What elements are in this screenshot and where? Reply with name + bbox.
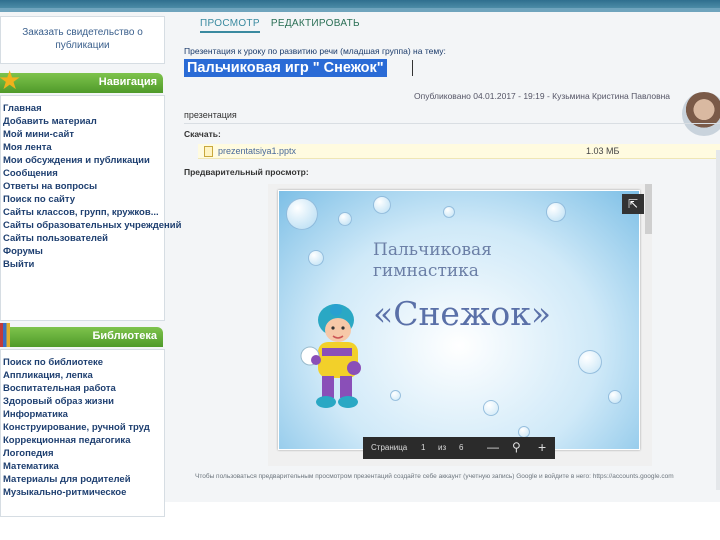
divider [184, 123, 720, 124]
preview-label: Предварительный просмотр: [184, 167, 309, 177]
books-icon [0, 323, 10, 347]
navigation-header: ★ Навигация [0, 67, 163, 93]
navigation-link[interactable]: Сообщения [1, 167, 164, 180]
page-label: Страница [371, 443, 408, 452]
file-size: 1.03 МБ [586, 146, 620, 156]
water-drop [578, 350, 602, 374]
navigation-link[interactable]: Мой мини-сайт [1, 128, 164, 141]
library-link[interactable]: Здоровый образ жизни [1, 395, 164, 408]
navigation-link[interactable]: Поиск по сайту [1, 193, 164, 206]
text-cursor [412, 60, 413, 76]
navigation-link[interactable]: Главная [1, 102, 164, 115]
water-drop [443, 206, 455, 218]
page-of-label: из [438, 443, 447, 452]
child-illustration [300, 304, 361, 408]
navigation-link[interactable]: Выйти [1, 258, 164, 271]
author-avatar[interactable] [682, 92, 720, 136]
navigation-link[interactable]: Ответы на вопросы [1, 180, 164, 193]
file-icon [204, 146, 213, 157]
slide-line-1: Пальчиковая [373, 240, 492, 260]
preview-footnote: Чтобы пользоваться предварительным просм… [195, 473, 674, 480]
water-drop [390, 390, 401, 401]
navigation-link[interactable]: Моя лента [1, 141, 164, 154]
navigation-link[interactable]: Сайты пользователей [1, 232, 164, 245]
order-certificate-link[interactable]: Заказать свидетельство о публикации [0, 16, 165, 64]
zoom-icon[interactable]: ⚲ [512, 440, 521, 454]
water-drop [373, 196, 391, 214]
navigation-link[interactable]: Сайты образовательных учреждений [1, 219, 181, 232]
order-certificate-label: Заказать свидетельство о публикации [22, 27, 143, 51]
navigation-link[interactable]: Добавить материал [1, 115, 164, 128]
navigation-title: Навигация [98, 76, 157, 88]
post-meta: Опубликовано 04.01.2017 - 19:19 - Кузьми… [414, 91, 671, 101]
water-drop [308, 250, 324, 266]
water-drop [483, 400, 499, 416]
navigation-link[interactable]: Сайты классов, групп, кружков... [1, 206, 164, 219]
library-link[interactable]: Материалы для родителей [1, 473, 164, 486]
library-link[interactable]: Аппликация, лепка [1, 369, 164, 382]
water-drop [608, 390, 622, 404]
library-link[interactable]: Музыкально-ритмическое [1, 486, 164, 499]
navigation-link[interactable]: Форумы [1, 245, 164, 258]
library-header: Библиотека [0, 323, 163, 347]
post-title: Пальчиковая игр " Снежок" [184, 59, 387, 77]
page-total: 6 [459, 443, 464, 452]
library-title: Библиотека [92, 330, 157, 342]
zoom-in-button[interactable]: + [538, 439, 546, 455]
slide: Пальчиковая гимнастика «Снежок» [278, 190, 640, 450]
page-number-input[interactable]: 1 [421, 443, 425, 452]
water-drop [286, 198, 318, 230]
library-list: Поиск по библиотеке Аппликация, лепка Восп… [0, 349, 165, 517]
library-link[interactable]: Поиск по библиотеке [1, 356, 164, 369]
library-link[interactable]: Информатика [1, 408, 164, 421]
content-tabs: ПРОСМОТР РЕДАКТИРОВАТЬ [200, 18, 368, 33]
library-link[interactable]: Конструирование, ручной труд [1, 421, 164, 434]
page-scrollbar[interactable] [716, 150, 720, 490]
download-label: Скачать: [184, 129, 221, 139]
slide-title: «Снежок» [373, 294, 552, 333]
navigation-link[interactable]: Мои обсуждения и публикации [1, 154, 164, 167]
tab-edit[interactable]: РЕДАКТИРОВАТЬ [271, 18, 360, 29]
file-row[interactable]: prezentatsiya1.pptx 1.03 МБ [198, 144, 720, 159]
viewer-scrollbar[interactable] [645, 184, 652, 234]
file-name-link[interactable]: prezentatsiya1.pptx [218, 146, 296, 156]
star-icon: ★ [0, 65, 22, 95]
post-description: презентация [184, 110, 237, 120]
library-link[interactable]: Коррекционная педагогика [1, 434, 164, 447]
library-link[interactable]: Воспитательная работа [1, 382, 164, 395]
viewer-toolbar: Страница 1 из 6 — ⚲ + [363, 437, 555, 459]
popout-icon[interactable]: ⇱ [622, 194, 644, 214]
library-link[interactable]: Математика [1, 460, 164, 473]
zoom-out-button[interactable]: — [487, 440, 499, 454]
slide-line-2: гимнастика [373, 261, 479, 281]
post-subtitle: Презентация к уроку по развитию речи (мл… [184, 46, 446, 56]
library-link[interactable]: Логопедия [1, 447, 164, 460]
navigation-list: Главная Добавить материал Мой мини-сайт Моя… [0, 95, 181, 321]
water-drop [338, 212, 352, 226]
tab-view[interactable]: ПРОСМОТР [200, 18, 260, 33]
water-drop [546, 202, 566, 222]
